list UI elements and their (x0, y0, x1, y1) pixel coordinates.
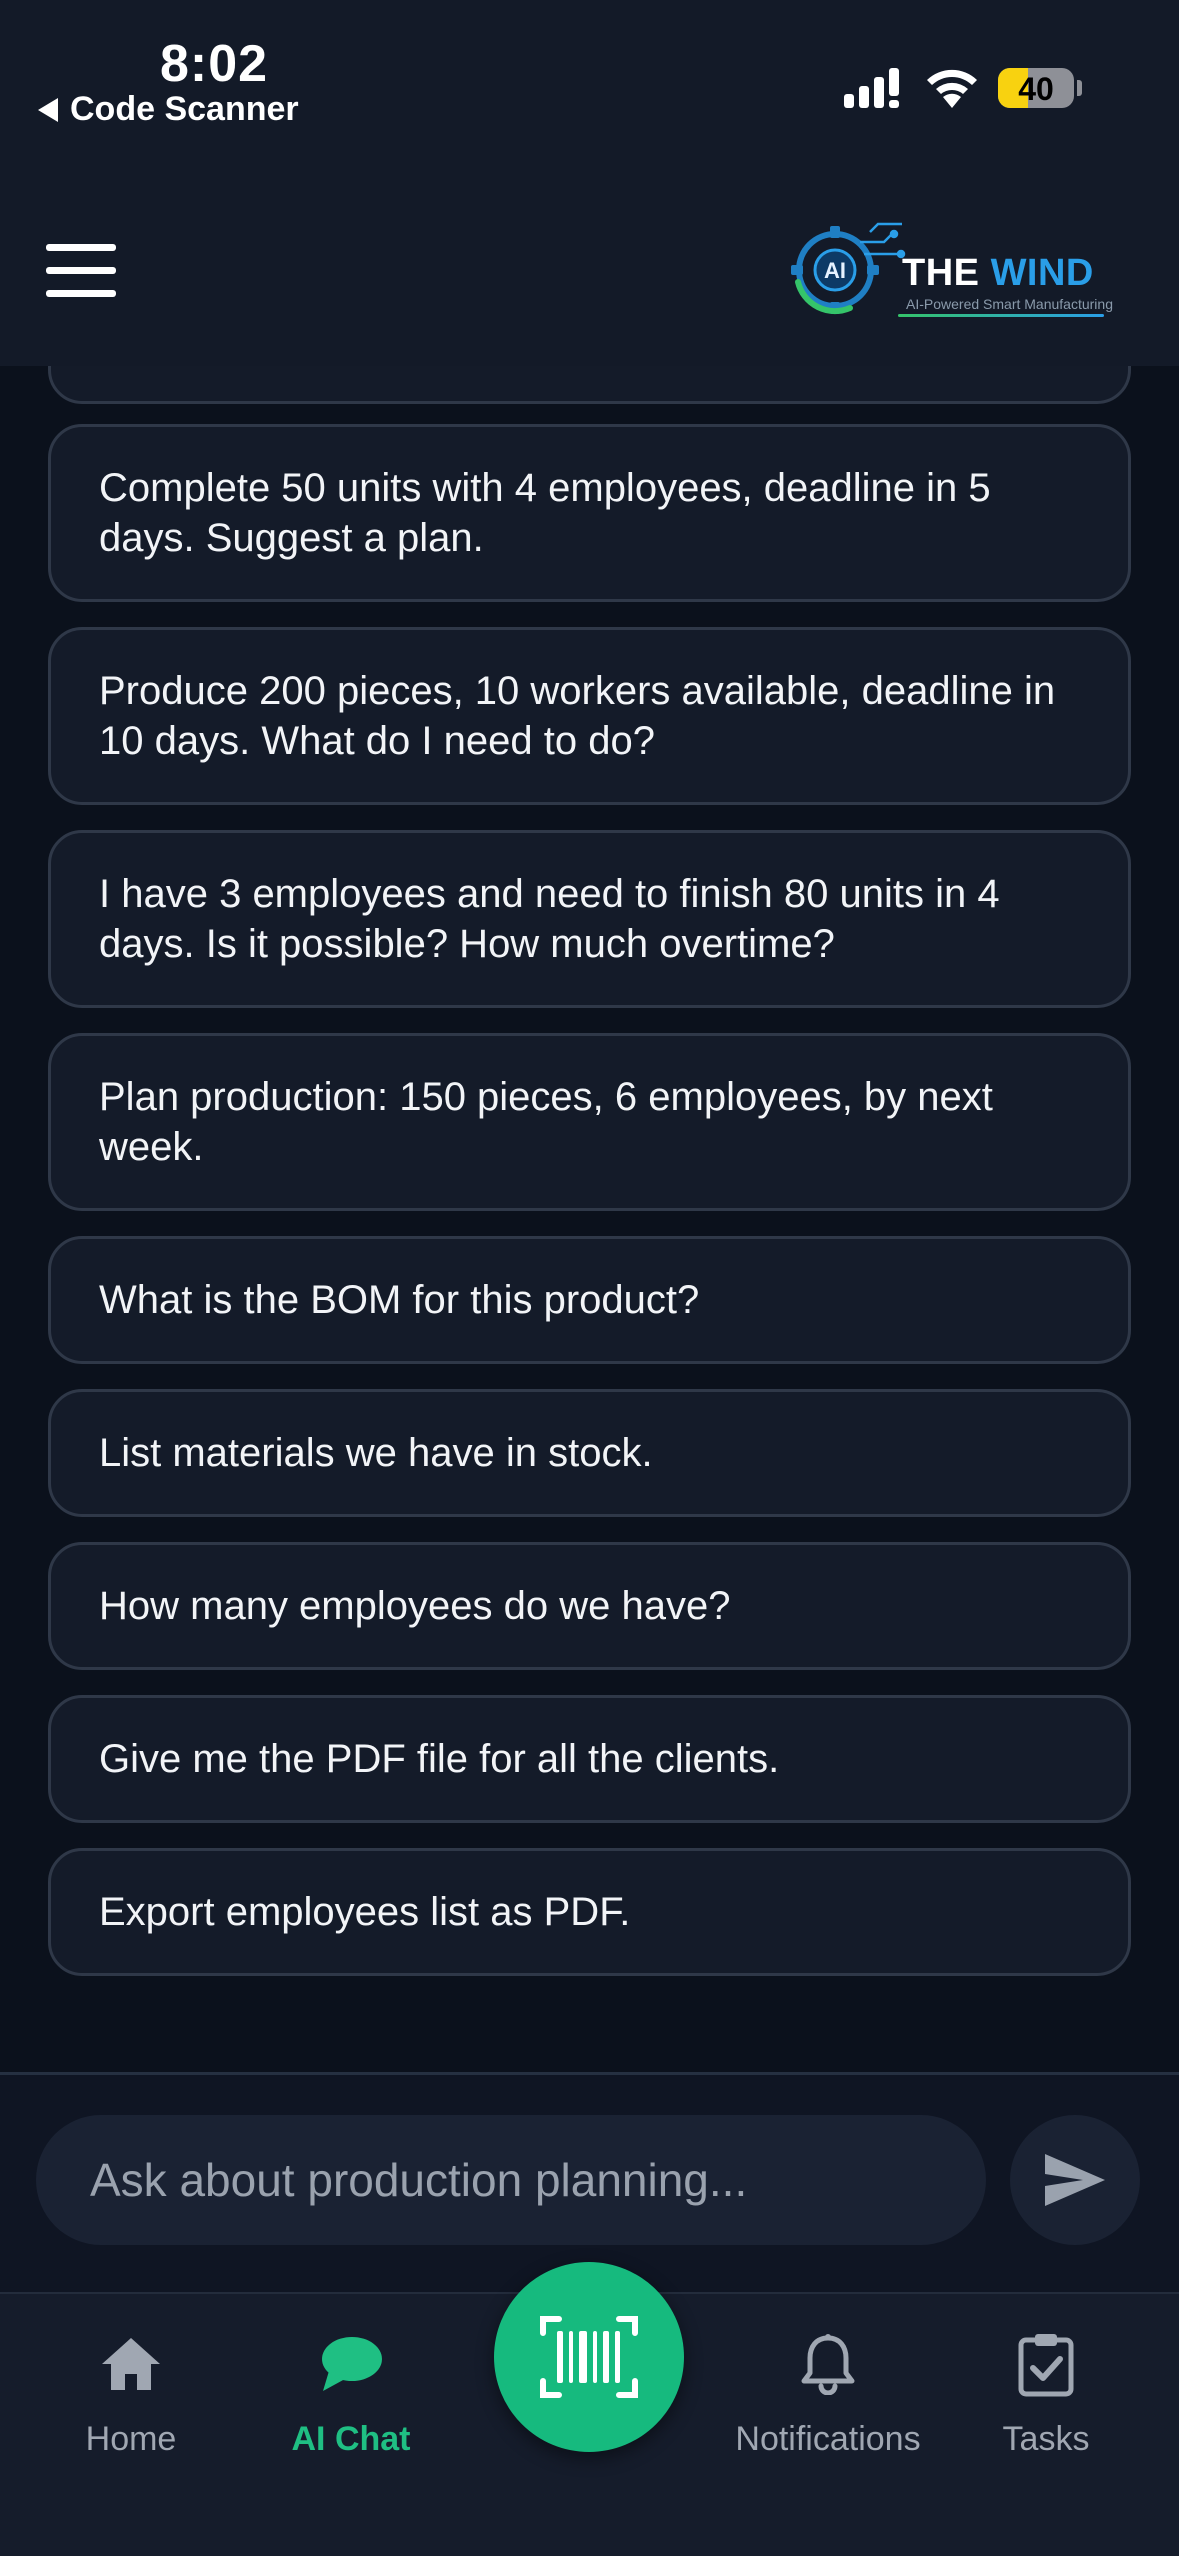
suggestion-card[interactable]: Plan production: 150 pieces, 6 employees… (48, 1033, 1131, 1211)
suggestion-card[interactable]: Give me the PDF file for all the clients… (48, 1695, 1131, 1823)
suggestion-card[interactable]: List materials we have in stock. (48, 1389, 1131, 1517)
battery-indicator: 40 (998, 68, 1074, 108)
nav-tasks[interactable]: Tasks (936, 2324, 1156, 2474)
battery-nub (1077, 80, 1082, 96)
nav-notifications[interactable]: Notifications (718, 2324, 938, 2474)
send-icon (1045, 2154, 1105, 2206)
back-arrow-icon (38, 97, 58, 122)
brand-logo: AI THE WIND AI-Powered Smart Manufacturi… (780, 212, 1120, 322)
logo-underline (898, 314, 1104, 317)
suggestion-text: Produce 200 pieces, 10 workers available… (99, 669, 1056, 763)
menu-icon (46, 244, 116, 251)
suggestion-text: I have 3 employees and need to finish 80… (99, 872, 1000, 966)
scan-button[interactable] (494, 2262, 684, 2452)
suggestion-text: Complete 50 units with 4 employees, dead… (99, 466, 991, 560)
wifi-icon (927, 69, 977, 108)
suggestion-card[interactable]: I have 3 employees and need to finish 80… (48, 830, 1131, 1008)
suggestion-card[interactable]: Produce 200 pieces, 10 workers available… (48, 627, 1131, 805)
nav-notifications-label: Notifications (735, 2420, 921, 2458)
back-app-label: Code Scanner (70, 90, 299, 128)
suggestion-text: Give me the PDF file for all the clients… (99, 1737, 780, 1781)
nav-home[interactable]: Home (21, 2324, 241, 2474)
chat-composer (0, 2072, 1179, 2292)
bell-icon (801, 2334, 855, 2395)
suggestion-text: Plan production: 150 pieces, 6 employees… (99, 1075, 993, 1169)
suggestion-text: Export employees list as PDF. (99, 1890, 631, 1934)
back-to-app-link[interactable]: Code Scanner (38, 90, 299, 129)
logo-badge: AI (824, 258, 846, 283)
home-icon (102, 2338, 160, 2390)
app-header: 8:02 Code Scanner 40 AI THE WIND AI-Powe… (0, 0, 1179, 366)
nav-ai-chat-label: AI Chat (291, 2420, 411, 2458)
send-button[interactable] (1010, 2115, 1140, 2245)
nav-tasks-label: Tasks (1002, 2420, 1090, 2458)
chat-bubble-icon (322, 2337, 382, 2391)
battery-level-text: 40 (1018, 71, 1054, 107)
nav-ai-chat[interactable]: AI Chat (241, 2324, 461, 2474)
status-time: 8:02 (160, 35, 269, 93)
clipboard-check-icon (1018, 2334, 1074, 2397)
suggestion-list: Complete 50 units with 4 employees, dead… (0, 366, 1179, 2072)
logo-tagline: AI-Powered Smart Manufacturing (906, 296, 1113, 312)
nav-home-label: Home (85, 2420, 177, 2458)
suggestion-card[interactable] (48, 366, 1131, 404)
logo-title: THE WIND (902, 252, 1094, 294)
signal-icon (844, 68, 899, 108)
suggestion-text: How many employees do we have? (99, 1584, 731, 1628)
suggestion-text: What is the BOM for this product? (99, 1278, 700, 1322)
suggestion-card[interactable]: Complete 50 units with 4 employees, dead… (48, 424, 1131, 602)
suggestion-text: List materials we have in stock. (99, 1431, 653, 1475)
suggestion-card[interactable]: What is the BOM for this product? (48, 1236, 1131, 1364)
barcode-scan-icon (540, 2316, 638, 2398)
suggestion-card[interactable]: Export employees list as PDF. (48, 1848, 1131, 1976)
chat-input[interactable] (36, 2115, 986, 2245)
suggestion-card[interactable]: How many employees do we have? (48, 1542, 1131, 1670)
menu-button[interactable] (46, 244, 116, 298)
